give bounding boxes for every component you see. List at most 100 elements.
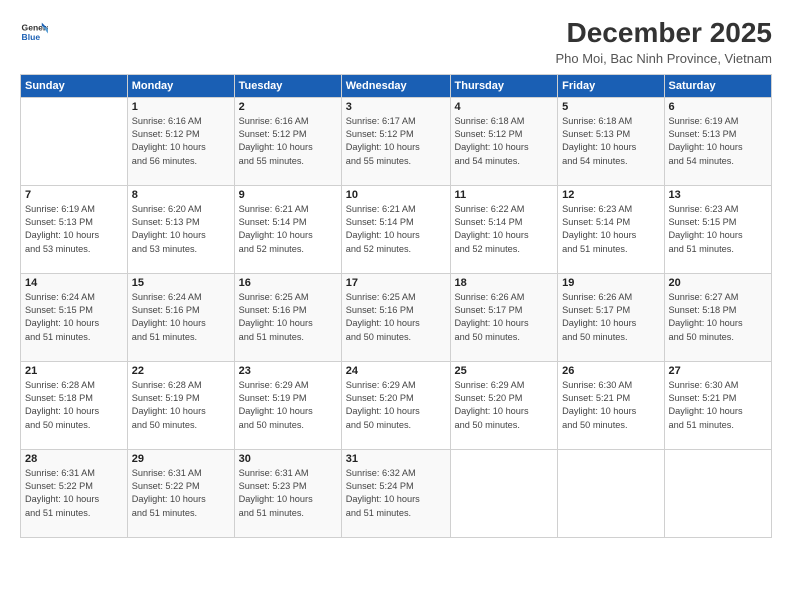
day-number: 24 (346, 365, 446, 377)
calendar-header-thursday: Thursday (450, 74, 558, 97)
page-header: General Blue December 2025 Pho Moi, Bac … (20, 18, 772, 66)
calendar-cell: 17 Sunrise: 6:25 AMSunset: 5:16 PMDayligh… (341, 273, 450, 361)
day-info: Sunrise: 6:32 AMSunset: 5:24 PMDaylight:… (346, 467, 446, 520)
calendar-cell: 7Sunrise: 6:19 AMSunset: 5:13 PMDaylight… (21, 185, 128, 273)
location: Pho Moi, Bac Ninh Province, Vietnam (555, 51, 772, 66)
day-number: 17 (346, 277, 446, 289)
calendar-cell: 9 Sunrise: 6:21 AMSunset: 5:14 PMDaylight… (234, 185, 341, 273)
calendar-cell: 29 Sunrise: 6:31 AMSunset: 5:22 PMDayligh… (127, 449, 234, 537)
logo-icon: General Blue (20, 18, 48, 46)
day-info: Sunrise: 6:31 AMSunset: 5:22 PMDaylight:… (25, 467, 123, 520)
day-number: 8 (132, 189, 230, 201)
calendar-header-sunday: Sunday (21, 74, 128, 97)
day-number: 1 (132, 101, 230, 113)
month-title: December 2025 (555, 18, 772, 49)
calendar-week-row: 28 Sunrise: 6:31 AMSunset: 5:22 PMDayligh… (21, 449, 772, 537)
day-number: 11 (455, 189, 554, 201)
day-info: Sunrise: 6:31 AMSunset: 5:22 PMDaylight:… (132, 467, 230, 520)
day-info: Sunrise: 6:18 AMSunset: 5:13 PMDaylight:… (562, 115, 659, 168)
calendar-cell: 27 Sunrise: 6:30 AMSunset: 5:21 PMDayligh… (664, 361, 772, 449)
day-info: Sunrise: 6:20 AMSunset: 5:13 PMDaylight:… (132, 203, 230, 256)
calendar-cell: 10Sunrise: 6:21 AMSunset: 5:14 PMDayligh… (341, 185, 450, 273)
calendar-header-friday: Friday (558, 74, 664, 97)
calendar-header-monday: Monday (127, 74, 234, 97)
day-number: 21 (25, 365, 123, 377)
calendar-cell: 28 Sunrise: 6:31 AMSunset: 5:22 PMDayligh… (21, 449, 128, 537)
day-number: 13 (669, 189, 768, 201)
calendar-cell: 24 Sunrise: 6:29 AMSunset: 5:20 PMDayligh… (341, 361, 450, 449)
day-number: 20 (669, 277, 768, 289)
day-info: Sunrise: 6:28 AMSunset: 5:19 PMDaylight:… (132, 379, 230, 432)
day-number: 5 (562, 101, 659, 113)
day-info: Sunrise: 6:29 AMSunset: 5:20 PMDaylight:… (346, 379, 446, 432)
day-info: Sunrise: 6:17 AMSunset: 5:12 PMDaylight:… (346, 115, 446, 168)
day-number: 3 (346, 101, 446, 113)
calendar-cell: 19Sunrise: 6:26 AMSunset: 5:17 PMDayligh… (558, 273, 664, 361)
calendar-cell: 14Sunrise: 6:24 AMSunset: 5:15 PMDayligh… (21, 273, 128, 361)
day-info: Sunrise: 6:29 AMSunset: 5:20 PMDaylight:… (455, 379, 554, 432)
day-info: Sunrise: 6:27 AMSunset: 5:18 PMDaylight:… (669, 291, 768, 344)
calendar-header-tuesday: Tuesday (234, 74, 341, 97)
calendar-cell: 18 Sunrise: 6:26 AMSunset: 5:17 PMDayligh… (450, 273, 558, 361)
calendar-table: SundayMondayTuesdayWednesdayThursdayFrid… (20, 74, 772, 538)
calendar-cell: 13Sunrise: 6:23 AMSunset: 5:15 PMDayligh… (664, 185, 772, 273)
calendar-cell: 26 Sunrise: 6:30 AMSunset: 5:21 PMDayligh… (558, 361, 664, 449)
day-info: Sunrise: 6:16 AMSunset: 5:12 PMDaylight:… (132, 115, 230, 168)
day-info: Sunrise: 6:26 AMSunset: 5:17 PMDaylight:… (455, 291, 554, 344)
day-number: 18 (455, 277, 554, 289)
logo: General Blue (20, 18, 48, 46)
day-info: Sunrise: 6:30 AMSunset: 5:21 PMDaylight:… (562, 379, 659, 432)
day-number: 27 (669, 365, 768, 377)
day-number: 2 (239, 101, 337, 113)
calendar-cell: 6 Sunrise: 6:19 AMSunset: 5:13 PMDaylight… (664, 97, 772, 185)
day-info: Sunrise: 6:31 AMSunset: 5:23 PMDaylight:… (239, 467, 337, 520)
calendar-week-row: 7Sunrise: 6:19 AMSunset: 5:13 PMDaylight… (21, 185, 772, 273)
calendar-header-row: SundayMondayTuesdayWednesdayThursdayFrid… (21, 74, 772, 97)
calendar-cell: 21 Sunrise: 6:28 AMSunset: 5:18 PMDayligh… (21, 361, 128, 449)
calendar-cell: 8 Sunrise: 6:20 AMSunset: 5:13 PMDaylight… (127, 185, 234, 273)
day-number: 7 (25, 189, 123, 201)
calendar-header-wednesday: Wednesday (341, 74, 450, 97)
calendar-cell: 2Sunrise: 6:16 AMSunset: 5:12 PMDaylight… (234, 97, 341, 185)
day-number: 22 (132, 365, 230, 377)
calendar-cell: 5 Sunrise: 6:18 AMSunset: 5:13 PMDaylight… (558, 97, 664, 185)
day-info: Sunrise: 6:24 AMSunset: 5:15 PMDaylight:… (25, 291, 123, 344)
day-info: Sunrise: 6:25 AMSunset: 5:16 PMDaylight:… (346, 291, 446, 344)
day-number: 30 (239, 453, 337, 465)
day-info: Sunrise: 6:21 AMSunset: 5:14 PMDaylight:… (239, 203, 337, 256)
svg-text:Blue: Blue (22, 32, 41, 42)
calendar-week-row: 1 Sunrise: 6:16 AMSunset: 5:12 PMDaylight… (21, 97, 772, 185)
day-info: Sunrise: 6:23 AMSunset: 5:14 PMDaylight:… (562, 203, 659, 256)
day-number: 29 (132, 453, 230, 465)
calendar-week-row: 14Sunrise: 6:24 AMSunset: 5:15 PMDayligh… (21, 273, 772, 361)
day-info: Sunrise: 6:19 AMSunset: 5:13 PMDaylight:… (669, 115, 768, 168)
day-number: 6 (669, 101, 768, 113)
day-info: Sunrise: 6:22 AMSunset: 5:14 PMDaylight:… (455, 203, 554, 256)
calendar-cell (558, 449, 664, 537)
calendar-cell (664, 449, 772, 537)
day-number: 16 (239, 277, 337, 289)
calendar-cell: 31 Sunrise: 6:32 AMSunset: 5:24 PMDayligh… (341, 449, 450, 537)
day-info: Sunrise: 6:28 AMSunset: 5:18 PMDaylight:… (25, 379, 123, 432)
day-info: Sunrise: 6:25 AMSunset: 5:16 PMDaylight:… (239, 291, 337, 344)
calendar-cell: 25Sunrise: 6:29 AMSunset: 5:20 PMDayligh… (450, 361, 558, 449)
calendar-cell: 12 Sunrise: 6:23 AMSunset: 5:14 PMDayligh… (558, 185, 664, 273)
day-number: 31 (346, 453, 446, 465)
day-number: 26 (562, 365, 659, 377)
calendar-cell (450, 449, 558, 537)
day-info: Sunrise: 6:30 AMSunset: 5:21 PMDaylight:… (669, 379, 768, 432)
calendar-cell: 16 Sunrise: 6:25 AMSunset: 5:16 PMDayligh… (234, 273, 341, 361)
day-number: 19 (562, 277, 659, 289)
day-info: Sunrise: 6:24 AMSunset: 5:16 PMDaylight:… (132, 291, 230, 344)
calendar-cell: 20 Sunrise: 6:27 AMSunset: 5:18 PMDayligh… (664, 273, 772, 361)
calendar-cell: 30 Sunrise: 6:31 AMSunset: 5:23 PMDayligh… (234, 449, 341, 537)
day-info: Sunrise: 6:29 AMSunset: 5:19 PMDaylight:… (239, 379, 337, 432)
calendar-cell: 4Sunrise: 6:18 AMSunset: 5:12 PMDaylight… (450, 97, 558, 185)
day-number: 12 (562, 189, 659, 201)
day-number: 10 (346, 189, 446, 201)
calendar-cell: 3 Sunrise: 6:17 AMSunset: 5:12 PMDaylight… (341, 97, 450, 185)
calendar-cell: 15 Sunrise: 6:24 AMSunset: 5:16 PMDayligh… (127, 273, 234, 361)
day-number: 28 (25, 453, 123, 465)
day-number: 9 (239, 189, 337, 201)
day-number: 15 (132, 277, 230, 289)
